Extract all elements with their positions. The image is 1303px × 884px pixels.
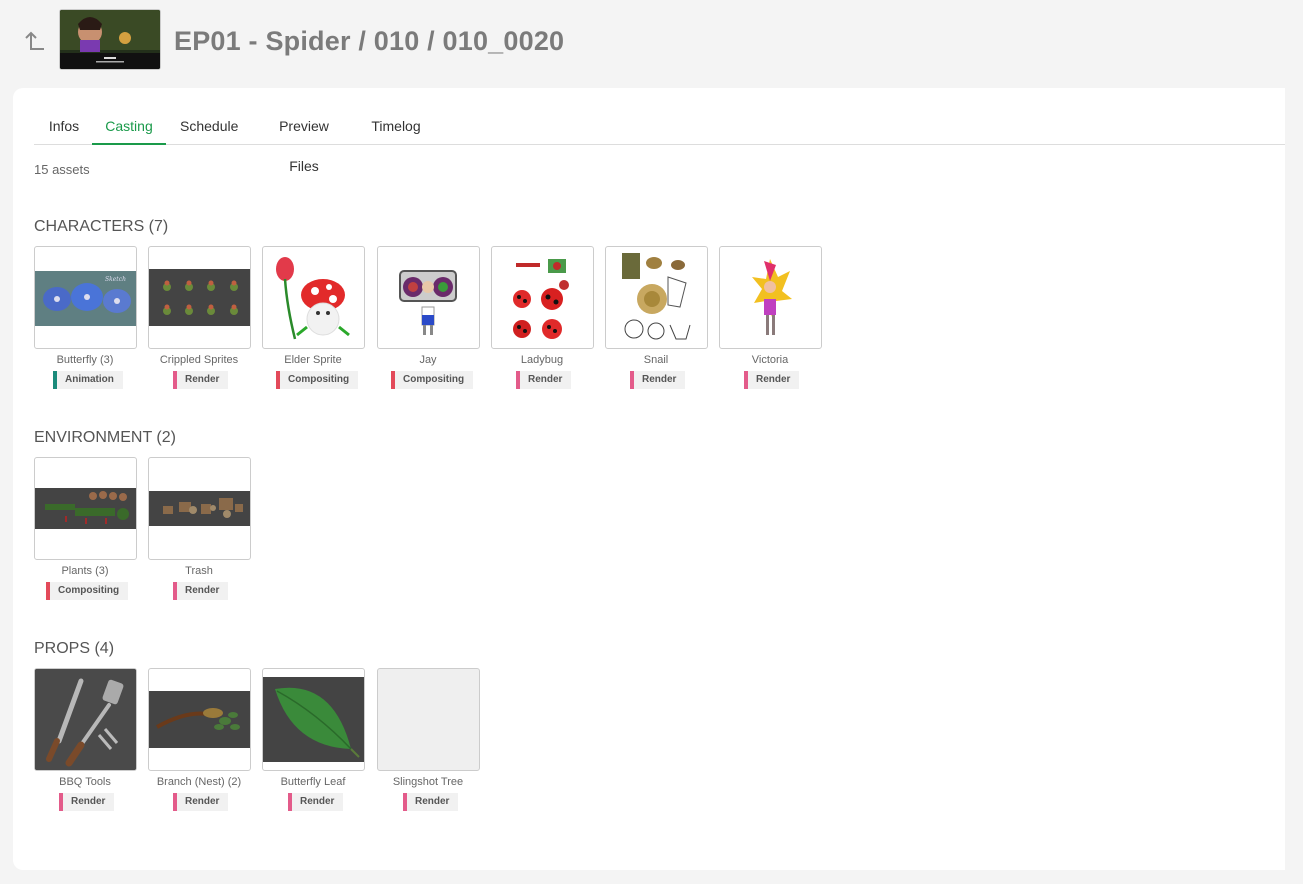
asset-thumbnail[interactable] — [148, 668, 251, 771]
status-badge[interactable]: Compositing — [391, 371, 474, 389]
status-badge[interactable]: Render — [59, 793, 115, 811]
tab-schedule[interactable]: Schedule — [180, 106, 238, 144]
asset-name: Branch (Nest) (2) — [156, 776, 242, 788]
asset-card: Butterfly Leaf Render — [262, 668, 376, 828]
asset-name: Butterfly Leaf — [280, 776, 346, 788]
status-badge[interactable]: Render — [630, 371, 686, 389]
asset-card: Plants (3) Compositing — [34, 457, 148, 617]
asset-name: Elder Sprite — [284, 354, 342, 366]
asset-card: Jay Compositing — [377, 246, 491, 406]
asset-thumbnail[interactable] — [34, 457, 137, 560]
svg-text:Sketch: Sketch — [105, 276, 126, 283]
status-badge[interactable]: Render — [173, 582, 229, 600]
asset-card: Victoria Render — [719, 246, 833, 406]
asset-card: Snail Render — [605, 246, 719, 406]
tab-bar: Infos Casting Schedule Preview Files Tim… — [34, 106, 1285, 174]
asset-name: Victoria — [751, 354, 789, 366]
status-badge[interactable]: Render — [173, 371, 229, 389]
asset-name: Slingshot Tree — [392, 776, 464, 788]
section-title-props: PROPS (4) — [34, 640, 115, 657]
asset-card: Branch (Nest) (2) Render — [148, 668, 262, 828]
asset-card: Ladybug Render — [491, 246, 605, 406]
asset-card: Elder Sprite Compositing — [262, 246, 376, 406]
asset-thumbnail[interactable] — [34, 668, 137, 771]
asset-card: Slingshot Tree Render — [377, 668, 491, 828]
asset-card: Crippled Sprites Render — [148, 246, 262, 406]
asset-card: Trash Render — [148, 457, 262, 617]
asset-thumbnail[interactable] — [605, 246, 708, 349]
status-badge[interactable]: Compositing — [276, 371, 359, 389]
shot-thumbnail[interactable] — [59, 9, 161, 70]
asset-thumbnail[interactable] — [377, 246, 480, 349]
page-title: EP01 - Spider / 010 / 010_0020 — [174, 26, 565, 56]
asset-thumbnail[interactable] — [148, 457, 251, 560]
tab-infos[interactable]: Infos — [48, 106, 80, 144]
asset-name: Crippled Sprites — [159, 354, 239, 366]
asset-name: Snail — [643, 354, 669, 366]
section-title-characters: CHARACTERS (7) — [34, 218, 169, 235]
asset-name: Ladybug — [520, 354, 564, 366]
tab-casting[interactable]: Casting — [92, 106, 166, 145]
status-badge[interactable]: Render — [288, 793, 344, 811]
section-title-environment: ENVIRONMENT (2) — [34, 429, 176, 446]
asset-name: Plants (3) — [61, 565, 109, 577]
casting-panel: Infos Casting Schedule Preview Files Tim… — [13, 88, 1285, 870]
asset-name: Trash — [185, 565, 213, 577]
asset-count: 15 assets — [34, 162, 90, 177]
asset-thumbnail[interactable] — [148, 246, 251, 349]
status-badge[interactable]: Compositing — [46, 582, 129, 600]
tab-timelog[interactable]: Timelog — [370, 106, 422, 144]
asset-thumbnail[interactable] — [719, 246, 822, 349]
asset-card: BBQ Tools Render — [34, 668, 148, 828]
status-badge[interactable]: Animation — [53, 371, 123, 389]
asset-thumbnail[interactable] — [262, 668, 365, 771]
asset-thumbnail[interactable] — [262, 246, 365, 349]
status-badge[interactable]: Render — [173, 793, 229, 811]
asset-thumbnail-empty[interactable] — [377, 668, 480, 771]
asset-name: Butterfly (3) — [56, 354, 114, 366]
asset-name: BBQ Tools — [59, 776, 111, 788]
status-badge[interactable]: Render — [516, 371, 572, 389]
asset-thumbnail[interactable] — [491, 246, 594, 349]
status-badge[interactable]: Render — [403, 793, 459, 811]
asset-name: Jay — [419, 354, 437, 366]
tab-preview-files[interactable]: Preview Files — [264, 106, 344, 174]
asset-card: Sketch Butterfly (3) Animation — [34, 246, 148, 406]
asset-thumbnail[interactable]: Sketch — [34, 246, 137, 349]
status-badge[interactable]: Render — [744, 371, 800, 389]
back-arrow-icon[interactable] — [22, 28, 46, 54]
page-header: EP01 - Spider / 010 / 010_0020 — [0, 0, 1303, 88]
